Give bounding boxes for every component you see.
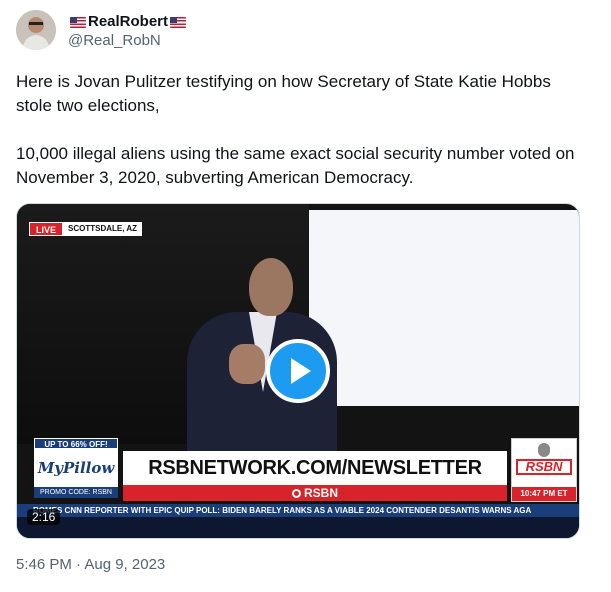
clock-time: 10:47 PM ET bbox=[512, 487, 576, 501]
ticker-bottom-bar bbox=[17, 517, 579, 538]
projection-screen bbox=[309, 210, 579, 406]
avatar-image bbox=[16, 10, 56, 50]
lower-third-banner: RSBNETWORK.COM/NEWSLETTER bbox=[123, 451, 507, 485]
avatar[interactable] bbox=[16, 10, 56, 50]
video-player[interactable]: LIVE SCOTTSDALE, AZ UP TO 66% OFF! MyPil… bbox=[16, 203, 580, 539]
banner-sub-text: RSBN bbox=[303, 486, 338, 500]
us-flag-icon bbox=[170, 16, 187, 28]
play-icon[interactable] bbox=[266, 339, 330, 403]
promo-code: PROMO CODE: RSBN bbox=[34, 487, 118, 498]
video-duration: 2:16 bbox=[27, 509, 61, 525]
live-badge: LIVE SCOTTSDALE, AZ bbox=[29, 222, 143, 236]
lower-third-sub: RSBN bbox=[123, 485, 507, 501]
channel-clock-box: RSBN 10:47 PM ET bbox=[511, 438, 577, 502]
microphone-icon bbox=[538, 443, 550, 457]
channel-logo: RSBN bbox=[516, 459, 572, 475]
display-name-text: RealRobert bbox=[88, 13, 169, 30]
post-timestamp[interactable]: 5:46 PM · Aug 9, 2023 bbox=[16, 556, 165, 573]
user-handle[interactable]: @Real_RobN bbox=[68, 31, 188, 51]
live-label: LIVE bbox=[29, 222, 64, 236]
promo-box: UP TO 66% OFF! MyPillow PROMO CODE: RSBN bbox=[17, 438, 119, 502]
tweet-header: RealRobert @Real_RobN bbox=[16, 10, 188, 51]
display-name[interactable]: RealRobert bbox=[68, 13, 188, 31]
speaker-head bbox=[249, 258, 293, 316]
us-flag-icon bbox=[70, 16, 86, 28]
tweet-text: Here is Jovan Pulitzer testifying on how… bbox=[16, 72, 575, 187]
news-ticker: ROMES CNN REPORTER WITH EPIC QUIP POLL: … bbox=[17, 504, 579, 517]
promo-logo: MyPillow bbox=[34, 449, 118, 487]
location-label: SCOTTSDALE, AZ bbox=[63, 222, 143, 236]
promo-discount: UP TO 66% OFF! bbox=[34, 438, 118, 449]
speaker-hand bbox=[229, 344, 265, 384]
rsbn-logo-icon bbox=[291, 488, 301, 498]
